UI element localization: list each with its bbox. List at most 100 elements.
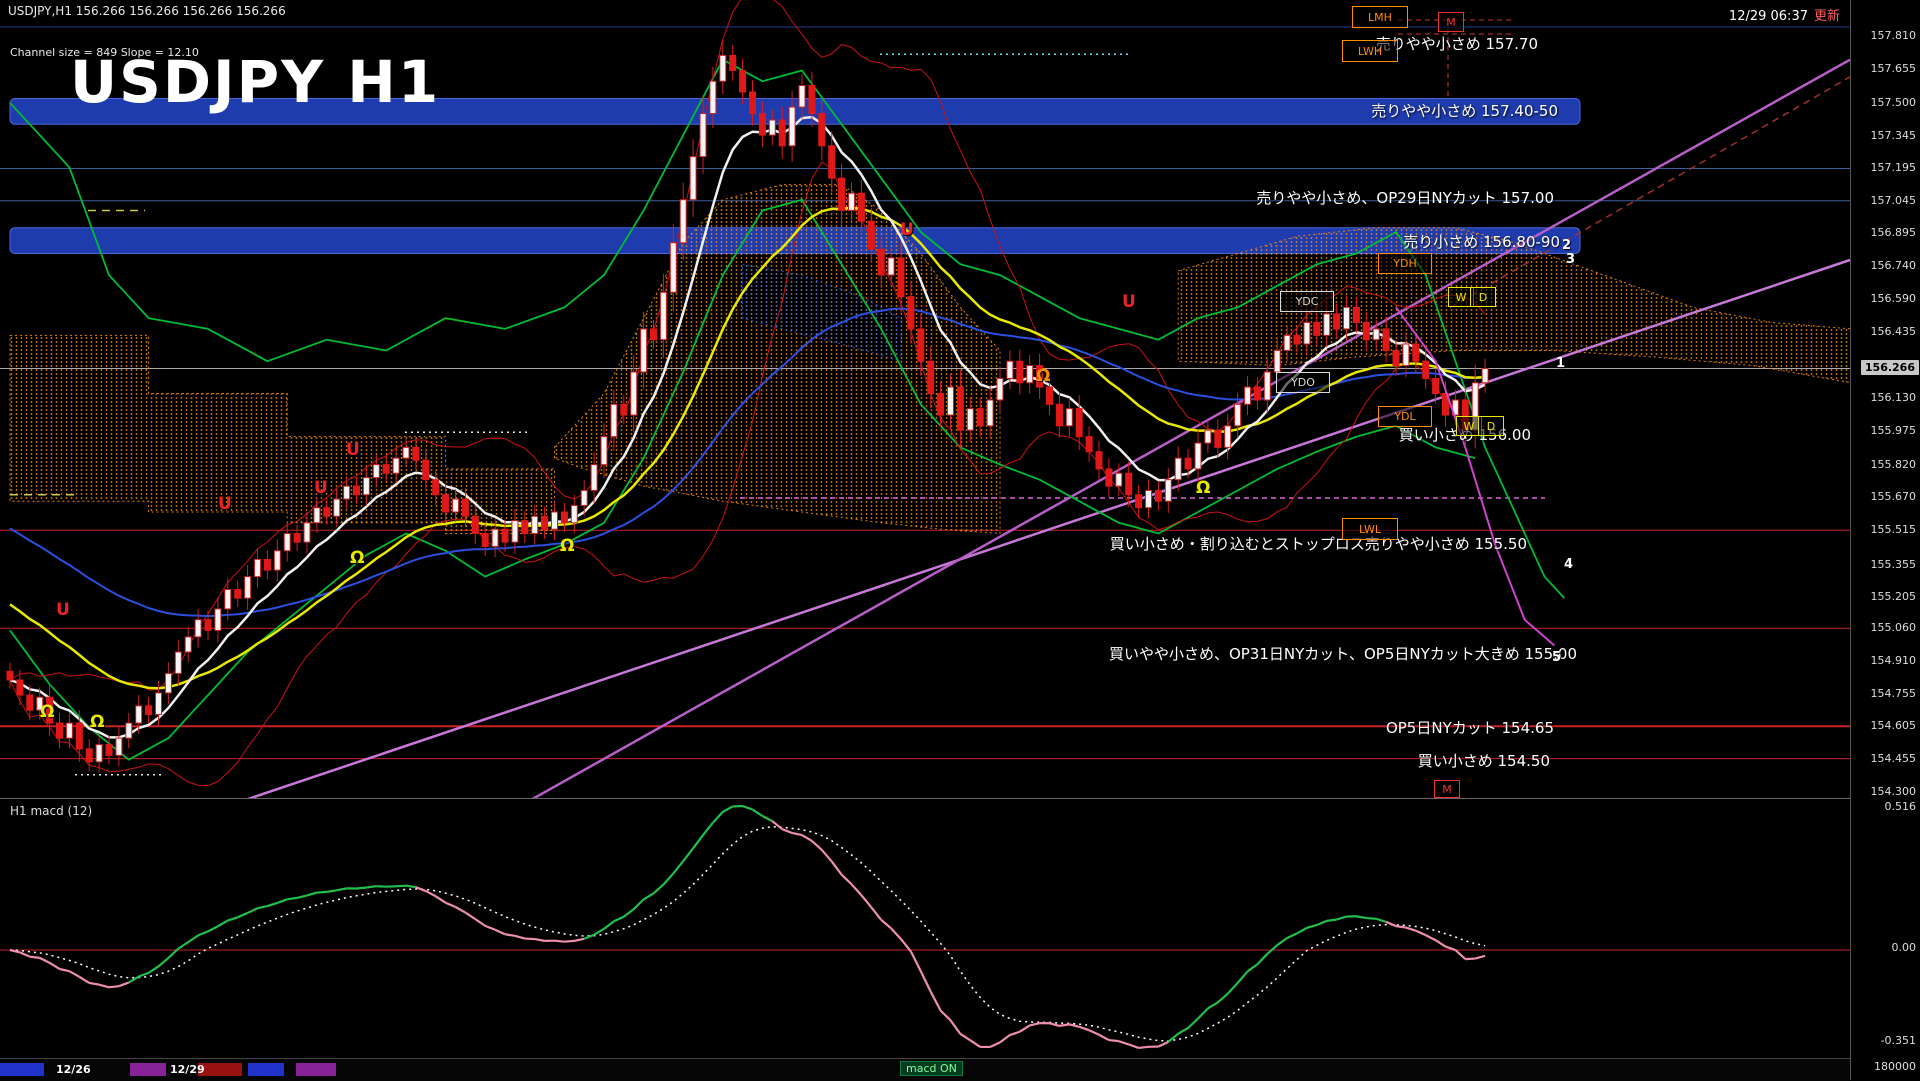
candle-body: [1423, 361, 1429, 378]
macd-line-segment: [1366, 918, 1376, 919]
macd-line-segment: [1287, 933, 1297, 938]
candle-body: [1294, 335, 1300, 344]
macd-line-segment: [525, 939, 535, 940]
price-axis-label: 157.655: [1871, 62, 1917, 75]
main-chart-pane[interactable]: [0, 0, 1850, 798]
macd-line-segment: [693, 835, 703, 848]
candle-body: [1482, 369, 1488, 383]
candle-body: [1155, 490, 1161, 501]
macd-line-segment: [891, 928, 901, 939]
macd-line-segment: [327, 890, 337, 892]
candle-body: [1383, 329, 1389, 351]
candle-body: [1324, 314, 1330, 336]
wave-count-5: 5: [1552, 650, 1561, 665]
candle-body: [1007, 361, 1013, 378]
macd-line-segment: [713, 812, 723, 823]
macd-line-segment: [1198, 1008, 1208, 1018]
candle-body: [1245, 387, 1251, 404]
macd-line-segment: [228, 917, 238, 920]
candle-body: [948, 387, 954, 415]
order-annotation: OP5日NYカット 154.65: [1386, 717, 1554, 738]
macd-line-segment: [1406, 928, 1416, 931]
candle-body: [888, 258, 894, 275]
candle-body: [1165, 480, 1171, 502]
macd-line-segment: [861, 895, 871, 907]
macd-line-segment: [1188, 1019, 1198, 1028]
magenta-drop-line: [1396, 307, 1554, 645]
price-axis-label: 155.060: [1871, 621, 1917, 634]
candle-body: [66, 723, 72, 738]
macd-line-segment: [485, 926, 495, 930]
macd-line-segment: [1248, 964, 1258, 971]
macd-line-segment: [683, 848, 693, 861]
candle-body: [304, 523, 310, 542]
reversal-marker-u: U: [218, 494, 232, 514]
wave-count-3: 3: [1566, 252, 1575, 267]
reversal-marker-omega: Ω: [350, 548, 364, 568]
macd-axis-label: 180000: [1874, 1060, 1916, 1073]
watermark-title: USDJPY H1: [70, 48, 440, 116]
candle-body: [750, 92, 756, 114]
macd-line-segment: [960, 1034, 970, 1040]
price-axis-label: 156.130: [1871, 391, 1917, 404]
candle-body: [868, 221, 874, 249]
candle-body: [1146, 490, 1152, 507]
price-axis-label: 156.590: [1871, 292, 1917, 305]
price-axis-label: 155.820: [1871, 458, 1917, 471]
reversal-marker-u: U: [1122, 292, 1136, 312]
macd-line-segment: [1020, 1025, 1030, 1031]
reversal-marker-omega: Ω: [560, 536, 574, 556]
candle-body: [215, 609, 221, 631]
macd-line-segment: [1079, 1027, 1089, 1030]
candle-body: [235, 590, 241, 599]
candle-body: [205, 620, 211, 631]
macd-line-segment: [139, 973, 149, 977]
updated-label: 更新: [1814, 9, 1840, 24]
macd-line-segment: [1277, 938, 1287, 945]
candle-body: [561, 512, 567, 523]
macd-pane[interactable]: [0, 798, 1850, 1058]
candle-body: [1304, 322, 1310, 344]
candle-body: [789, 107, 795, 146]
candle-body: [453, 499, 459, 512]
price-axis-label: 157.045: [1871, 194, 1917, 207]
macd-line-segment: [1475, 956, 1485, 959]
macd-line-segment: [772, 821, 782, 829]
candle-body: [1116, 473, 1122, 486]
candle-body: [1334, 314, 1340, 329]
macd-axis-label: 0.516: [1885, 800, 1917, 813]
macd-line-segment: [753, 810, 763, 816]
candle-body: [373, 465, 379, 478]
price-axis[interactable]: 157.810157.655157.500157.345157.195157.0…: [1850, 0, 1920, 1080]
candle-body: [641, 329, 647, 372]
price-axis-label: 156.895: [1871, 226, 1917, 239]
candle-body: [1363, 322, 1369, 339]
candle-body: [116, 738, 122, 755]
candle-body: [314, 508, 320, 523]
candle-body: [472, 516, 478, 533]
macd-line-segment: [40, 958, 50, 963]
macd-line-segment: [297, 895, 307, 897]
timeline-bar[interactable]: macd ON 12/2612/29: [0, 1058, 1850, 1081]
candle-body: [403, 447, 409, 458]
macd-line-segment: [812, 841, 822, 850]
candle-body: [651, 329, 657, 340]
reversal-marker-u: U: [900, 220, 914, 240]
macd-line-segment: [832, 861, 842, 874]
macd-toggle-button[interactable]: macd ON: [900, 1061, 963, 1076]
candle-body: [809, 86, 815, 114]
candle-body: [611, 404, 617, 436]
macd-line-segment: [426, 891, 436, 896]
session-segment: [130, 1063, 166, 1076]
candle-body: [908, 297, 914, 329]
macd-line-segment: [1396, 926, 1406, 927]
candle-body: [849, 193, 855, 210]
level-box-m: M: [1438, 12, 1464, 32]
wave-count-2: 2: [1562, 238, 1571, 253]
macd-line-segment: [1238, 971, 1248, 983]
macd-line-segment: [287, 898, 297, 899]
macd-line-segment: [109, 986, 119, 987]
price-axis-label: 154.605: [1871, 719, 1917, 732]
level-box-lwh: LWH: [1342, 40, 1398, 62]
candle-body: [799, 86, 805, 108]
